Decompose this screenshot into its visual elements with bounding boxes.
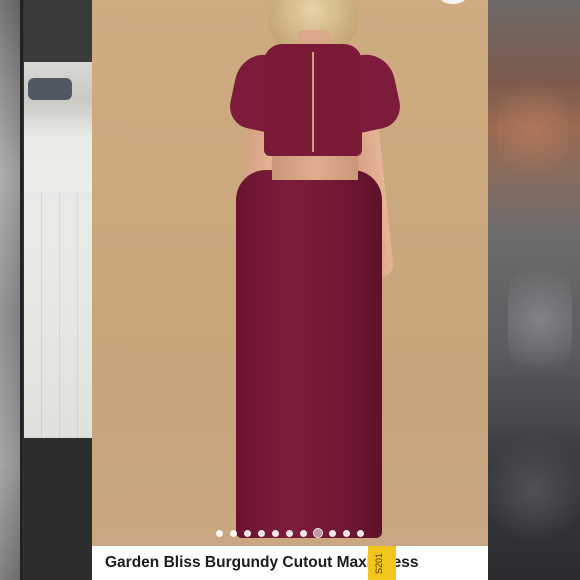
previous-card-photo bbox=[24, 62, 92, 438]
carousel-dot[interactable] bbox=[300, 529, 307, 537]
product-image[interactable] bbox=[92, 0, 488, 545]
carousel-dot[interactable] bbox=[244, 529, 251, 537]
next-card-blur bbox=[498, 70, 568, 190]
previous-card-sofa bbox=[28, 78, 72, 100]
carousel-dot-active[interactable] bbox=[314, 529, 322, 537]
dress-skirt bbox=[236, 170, 382, 538]
dress-zipper bbox=[312, 52, 314, 152]
next-card-blur bbox=[508, 250, 572, 390]
price-tag-text: S201 bbox=[374, 552, 384, 574]
carousel-dot[interactable] bbox=[286, 529, 293, 537]
previous-card-preview[interactable] bbox=[0, 0, 92, 580]
next-card-blur bbox=[488, 430, 580, 550]
carousel-dot[interactable] bbox=[216, 529, 223, 537]
carousel-dot[interactable] bbox=[329, 529, 336, 537]
price-tag[interactable]: S201 bbox=[368, 546, 396, 580]
product-title-bar[interactable]: Garden Bliss Burgundy Cutout Maxi Dress bbox=[92, 546, 488, 580]
carousel-dot[interactable] bbox=[230, 529, 237, 537]
carousel-dot[interactable] bbox=[258, 529, 265, 537]
product-card[interactable]: Garden Bliss Burgundy Cutout Maxi Dress bbox=[92, 0, 488, 580]
dress-cutout bbox=[272, 154, 358, 180]
next-card-preview[interactable] bbox=[488, 0, 580, 580]
previous-card-edge bbox=[0, 0, 20, 580]
carousel-dot[interactable] bbox=[357, 529, 364, 537]
carousel-dots[interactable] bbox=[92, 527, 488, 539]
carousel-dot[interactable] bbox=[343, 529, 350, 537]
carousel-dot[interactable] bbox=[272, 529, 279, 537]
previous-card-floor bbox=[24, 192, 92, 438]
previous-card-footer bbox=[24, 438, 92, 580]
